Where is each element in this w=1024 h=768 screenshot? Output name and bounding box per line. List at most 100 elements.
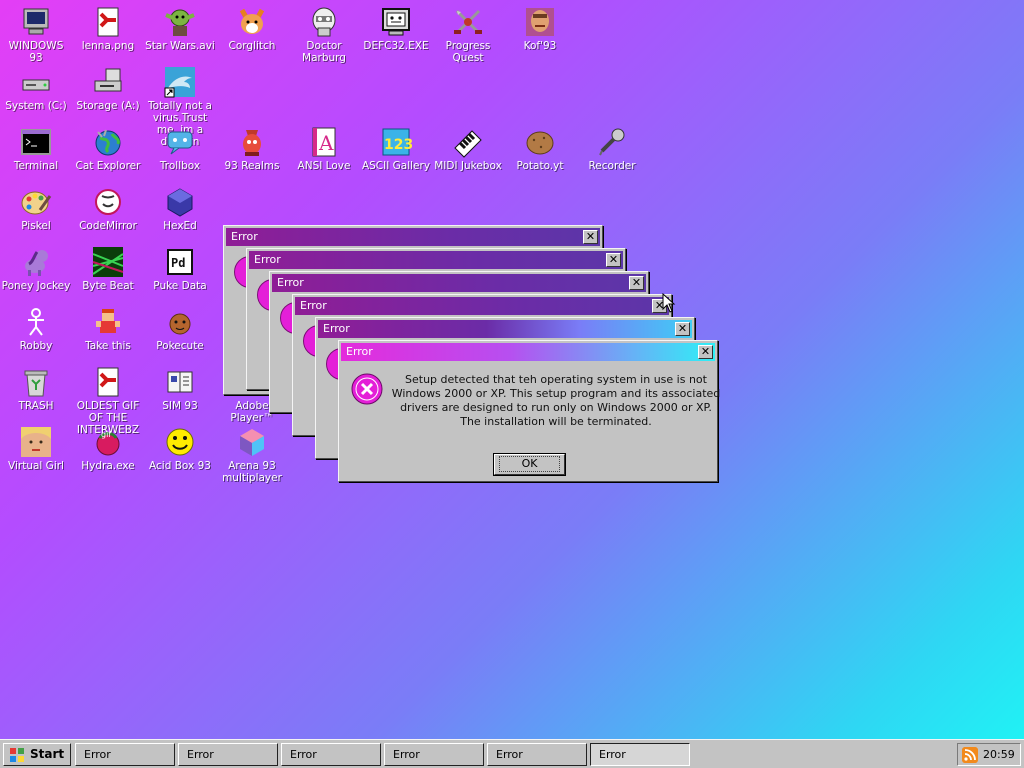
desktop-icon-label: Storage (A:) bbox=[76, 100, 140, 112]
close-button[interactable]: ✕ bbox=[629, 276, 644, 290]
desktop-icon-label: System (C:) bbox=[5, 100, 67, 112]
take-this-icon bbox=[92, 306, 124, 338]
desktop-icon-pokecute[interactable]: Pokecute bbox=[144, 302, 216, 352]
desktop-icon-terminal[interactable]: Terminal bbox=[0, 122, 72, 172]
desktop-icon-label: Corglitch bbox=[228, 40, 276, 52]
svg-text:Pd: Pd bbox=[171, 256, 185, 270]
image-file-icon bbox=[92, 6, 124, 38]
desktop-icon-trash[interactable]: TRASH bbox=[0, 362, 72, 412]
desktop-icon-storage-a[interactable]: Storage (A:) bbox=[72, 62, 144, 112]
desktop-icon-label: Take this bbox=[85, 340, 131, 352]
desktop-icon-robby[interactable]: Robby bbox=[0, 302, 72, 352]
desktop-icon-ascii-gallery[interactable]: 123 ASCII Gallery bbox=[360, 122, 432, 172]
crossed-swords-icon bbox=[452, 6, 484, 38]
taskbar-item-error[interactable]: Error bbox=[384, 743, 484, 766]
window-titlebar[interactable]: Error ✕ bbox=[318, 320, 692, 338]
desktop-icon-label: Acid Box 93 bbox=[149, 460, 211, 472]
start-button[interactable]: Start bbox=[3, 743, 71, 766]
desktop-icon-midi-jukebox[interactable]: MIDI Jukebox bbox=[432, 122, 504, 172]
pony-icon bbox=[20, 246, 52, 278]
desktop-icon-label: SIM 93 bbox=[162, 400, 198, 412]
start-label: Start bbox=[30, 747, 65, 761]
svg-text:123: 123 bbox=[384, 137, 412, 153]
desktop-icon-label: Robby bbox=[19, 340, 53, 352]
desktop-icon-label: ASCII Gallery bbox=[361, 160, 431, 172]
taskbar-item-error[interactable]: Error bbox=[281, 743, 381, 766]
hard-drive-icon bbox=[20, 66, 52, 98]
window-titlebar[interactable]: Error ✕ bbox=[272, 274, 646, 292]
desktop-icon-label: Cat Explorer bbox=[75, 160, 141, 172]
terminal-icon bbox=[20, 126, 52, 158]
desktop-icon-windows-93[interactable]: WINDOWS 93 bbox=[0, 2, 72, 64]
desktop-icon-progress-quest[interactable]: Progress Quest bbox=[432, 2, 504, 64]
ok-button[interactable]: OK bbox=[493, 453, 566, 476]
system-tray: 20:59 bbox=[957, 743, 1021, 766]
pokecute-icon bbox=[164, 306, 196, 338]
sim-icon bbox=[164, 366, 196, 398]
ansi-icon: A bbox=[308, 126, 340, 158]
close-button[interactable]: ✕ bbox=[606, 253, 621, 267]
desktop-icon-doctor-marburg[interactable]: Doctor Marburg bbox=[288, 2, 360, 64]
desktop-icon-label: CodeMirror bbox=[79, 220, 137, 232]
taskbar-item-error[interactable]: Error bbox=[487, 743, 587, 766]
desktop-icon-virtual-girl[interactable]: Virtual Girl bbox=[0, 422, 72, 472]
desktop-icon-poney-jockey[interactable]: Poney Jockey bbox=[0, 242, 72, 292]
arena-cube-icon bbox=[236, 426, 268, 458]
taskbar-item-error[interactable]: Error bbox=[178, 743, 278, 766]
mouse-cursor-icon bbox=[662, 293, 676, 313]
desktop-icon-93-realms[interactable]: 93 Realms bbox=[216, 122, 288, 172]
desktop-icon-puke-data[interactable]: Pd Puke Data bbox=[144, 242, 216, 292]
desktop-icon-label: Arena 93 multiplayer bbox=[222, 460, 282, 484]
desktop-icon-label: Trollbox bbox=[159, 160, 201, 172]
desktop-icon-potato[interactable]: Potato.yt bbox=[504, 122, 576, 172]
desktop-icon-hexed[interactable]: HexEd bbox=[144, 182, 216, 232]
error-dialog[interactable]: Error ✕ Setup detected that teh operatin… bbox=[338, 340, 721, 482]
window-titlebar[interactable]: Error ✕ bbox=[249, 251, 623, 269]
yoda-icon bbox=[164, 6, 196, 38]
desktop-icon-label: Doctor Marburg bbox=[302, 40, 346, 64]
realms-icon bbox=[236, 126, 268, 158]
desktop-icon-star-wars[interactable]: Star Wars.avi bbox=[144, 2, 216, 52]
desktop-icon-take-this[interactable]: Take this bbox=[72, 302, 144, 352]
desktop-icon-piskel[interactable]: Piskel bbox=[0, 182, 72, 232]
desktop-icon-codemirror[interactable]: CodeMirror bbox=[72, 182, 144, 232]
close-button[interactable]: ✕ bbox=[675, 322, 690, 336]
desktop-icon-recorder[interactable]: Recorder bbox=[576, 122, 648, 172]
ascii-123-icon: 123 bbox=[380, 126, 412, 158]
desktop-icon-lenna[interactable]: lenna.png bbox=[72, 2, 144, 52]
svg-text:gif: gif bbox=[101, 430, 111, 439]
window-titlebar[interactable]: Error ✕ bbox=[295, 297, 669, 315]
close-button[interactable]: ✕ bbox=[698, 345, 713, 359]
doctor-icon bbox=[308, 6, 340, 38]
desktop-icon-label: HexEd bbox=[163, 220, 197, 232]
desktop-icon-arena-93[interactable]: Arena 93 multiplayer bbox=[216, 422, 288, 484]
desktop-icon-ansi-love[interactable]: A ANSI Love bbox=[288, 122, 360, 172]
close-button[interactable]: ✕ bbox=[583, 230, 598, 244]
desktop-icon-system-c[interactable]: System (C:) bbox=[0, 62, 72, 112]
rss-feed-icon[interactable] bbox=[962, 747, 978, 763]
pd-icon: Pd bbox=[164, 246, 196, 278]
desktop-icon-byte-beat[interactable]: Byte Beat bbox=[72, 242, 144, 292]
gif-file-icon bbox=[92, 366, 124, 398]
desktop-icon-cat-explorer[interactable]: Cat Explorer bbox=[72, 122, 144, 172]
window-titlebar[interactable]: Error ✕ bbox=[226, 228, 600, 246]
error-message: Setup detected that teh operating system… bbox=[391, 373, 721, 428]
desktop-icon-defc32[interactable]: DEFC32.EXE bbox=[360, 2, 432, 52]
desktop-icon-sim-93[interactable]: SIM 93 bbox=[144, 362, 216, 412]
desktop-icon-label: Puke Data bbox=[153, 280, 207, 292]
desktop-icon-trollbox[interactable]: Trollbox bbox=[144, 122, 216, 172]
taskbar-item-error-active[interactable]: Error bbox=[590, 743, 690, 766]
desktop-icon-label: WINDOWS 93 bbox=[8, 40, 64, 64]
desktop-icon-label: TRASH bbox=[18, 400, 54, 412]
desktop-icon-hydra[interactable]: gif Hydra.exe bbox=[72, 422, 144, 472]
desktop-icon-kof93[interactable]: Kof'93 bbox=[504, 2, 576, 52]
hex-cube-icon bbox=[164, 186, 196, 218]
smiley-icon bbox=[164, 426, 196, 458]
desktop-icon-label: Potato.yt bbox=[516, 160, 564, 172]
dialog-titlebar[interactable]: Error ✕ bbox=[341, 343, 715, 361]
desktop-icon-acid-box[interactable]: Acid Box 93 bbox=[144, 422, 216, 472]
desktop-icon-corglitch[interactable]: Corglitch bbox=[216, 2, 288, 52]
taskbar-item-error[interactable]: Error bbox=[75, 743, 175, 766]
window-title: Error bbox=[231, 230, 258, 243]
desktop-icon-label: Piskel bbox=[21, 220, 51, 232]
